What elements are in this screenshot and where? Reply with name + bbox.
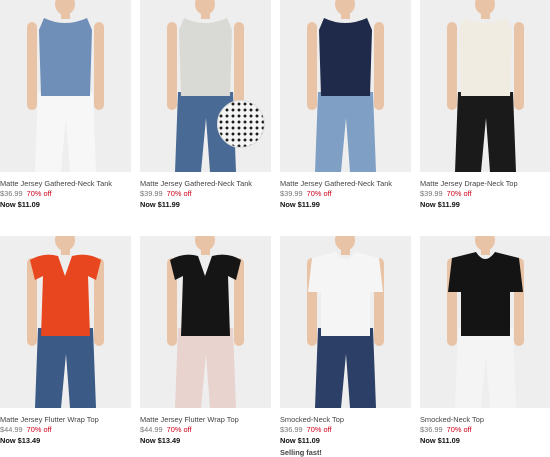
discount-badge: 70% off bbox=[446, 425, 472, 434]
product-name[interactable]: Matte Jersey Gathered-Neck Tank bbox=[280, 179, 411, 188]
model-left-arm bbox=[27, 22, 37, 110]
product-name[interactable]: Matte Jersey Gathered-Neck Tank bbox=[0, 179, 131, 188]
product-card[interactable]: Matte Jersey Gathered-Neck Tank $39.99 7… bbox=[280, 0, 411, 210]
model-neck bbox=[481, 10, 490, 19]
product-photo[interactable] bbox=[140, 0, 271, 172]
product-card[interactable]: Matte Jersey Flutter Wrap Top $44.99 70%… bbox=[140, 236, 271, 446]
original-price: $39.99 bbox=[280, 189, 303, 198]
model-right-arm bbox=[234, 22, 244, 110]
product-grid: Matte Jersey Gathered-Neck Tank $36.99 7… bbox=[0, 0, 550, 457]
product-photo[interactable] bbox=[420, 236, 550, 408]
original-price: $39.99 bbox=[140, 189, 163, 198]
model-figure bbox=[280, 236, 411, 408]
model-neck bbox=[61, 246, 70, 255]
discount-badge: 70% off bbox=[166, 189, 192, 198]
original-price: $39.99 bbox=[420, 189, 443, 198]
selling-fast-badge: Selling fast! bbox=[280, 447, 322, 457]
product-photo[interactable] bbox=[420, 0, 550, 172]
model-right-arm bbox=[514, 22, 524, 110]
model-top bbox=[459, 18, 512, 96]
product-card[interactable]: Matte Jersey Flutter Wrap Top $44.99 70%… bbox=[0, 236, 131, 446]
product-photo[interactable] bbox=[0, 236, 131, 408]
original-price: $44.99 bbox=[0, 425, 23, 434]
product-photo[interactable] bbox=[0, 0, 131, 172]
product-name[interactable]: Matte Jersey Flutter Wrap Top bbox=[0, 415, 131, 424]
model-neck bbox=[201, 10, 210, 19]
original-price: $36.99 bbox=[0, 189, 23, 198]
discount-badge: 70% off bbox=[306, 425, 332, 434]
model-figure bbox=[420, 0, 550, 172]
product-card[interactable]: Smocked-Neck Top $36.99 70% off Now $11.… bbox=[420, 236, 550, 446]
sale-price: Now $11.09 bbox=[280, 435, 320, 445]
model-figure bbox=[280, 0, 411, 172]
price-line: $36.99 70% off bbox=[0, 189, 131, 199]
discount-badge: 70% off bbox=[446, 189, 472, 198]
sale-price: Now $13.49 bbox=[0, 435, 41, 445]
sale-price: Now $11.99 bbox=[420, 199, 460, 209]
model-neck bbox=[341, 246, 350, 255]
product-name[interactable]: Smocked-Neck Top bbox=[420, 415, 550, 424]
price-line: $39.99 70% off bbox=[280, 189, 411, 199]
price-line: $39.99 70% off bbox=[140, 189, 271, 199]
price-line: $39.99 70% off bbox=[420, 189, 550, 199]
product-name[interactable]: Matte Jersey Drape-Neck Top bbox=[420, 179, 550, 188]
product-card[interactable]: Matte Jersey Gathered-Neck Tank $39.99 7… bbox=[140, 0, 271, 210]
model-left-arm bbox=[167, 22, 177, 110]
model-figure bbox=[140, 0, 271, 172]
price-line: $44.99 70% off bbox=[140, 425, 271, 435]
original-price: $44.99 bbox=[140, 425, 163, 434]
model-top bbox=[319, 18, 372, 96]
sale-price: Now $11.09 bbox=[420, 435, 460, 445]
product-name[interactable]: Matte Jersey Gathered-Neck Tank bbox=[140, 179, 271, 188]
product-photo[interactable] bbox=[280, 0, 411, 172]
product-name[interactable]: Matte Jersey Flutter Wrap Top bbox=[140, 415, 271, 424]
model-figure bbox=[140, 236, 271, 408]
model-left-arm bbox=[307, 22, 317, 110]
model-neck bbox=[201, 246, 210, 255]
product-card[interactable]: Smocked-Neck Top $36.99 70% off Now $11.… bbox=[280, 236, 411, 457]
product-card[interactable]: Matte Jersey Drape-Neck Top $39.99 70% o… bbox=[420, 0, 550, 210]
product-card[interactable]: Matte Jersey Gathered-Neck Tank $36.99 7… bbox=[0, 0, 131, 210]
sale-price: Now $11.09 bbox=[0, 199, 40, 209]
model-right-arm bbox=[94, 22, 104, 110]
model-figure bbox=[0, 236, 131, 408]
fabric-swatch bbox=[217, 100, 265, 148]
model-left-arm bbox=[447, 22, 457, 110]
product-photo[interactable] bbox=[280, 236, 411, 408]
model-right-arm bbox=[374, 22, 384, 110]
product-photo[interactable] bbox=[140, 236, 271, 408]
original-price: $36.99 bbox=[280, 425, 303, 434]
sale-price: Now $11.99 bbox=[140, 199, 180, 209]
product-name[interactable]: Smocked-Neck Top bbox=[280, 415, 411, 424]
price-line: $36.99 70% off bbox=[280, 425, 411, 435]
model-neck bbox=[341, 10, 350, 19]
price-line: $36.99 70% off bbox=[420, 425, 550, 435]
model-top bbox=[179, 18, 232, 96]
model-figure bbox=[420, 236, 550, 408]
model-neck bbox=[481, 246, 490, 255]
model-top bbox=[39, 18, 92, 96]
sale-price: Now $13.49 bbox=[140, 435, 181, 445]
model-figure bbox=[0, 0, 131, 172]
discount-badge: 70% off bbox=[166, 425, 192, 434]
price-line: $44.99 70% off bbox=[0, 425, 131, 435]
sale-price: Now $11.99 bbox=[280, 199, 320, 209]
original-price: $36.99 bbox=[420, 425, 443, 434]
model-neck bbox=[61, 10, 70, 19]
discount-badge: 70% off bbox=[306, 189, 332, 198]
discount-badge: 70% off bbox=[26, 425, 52, 434]
discount-badge: 70% off bbox=[26, 189, 52, 198]
